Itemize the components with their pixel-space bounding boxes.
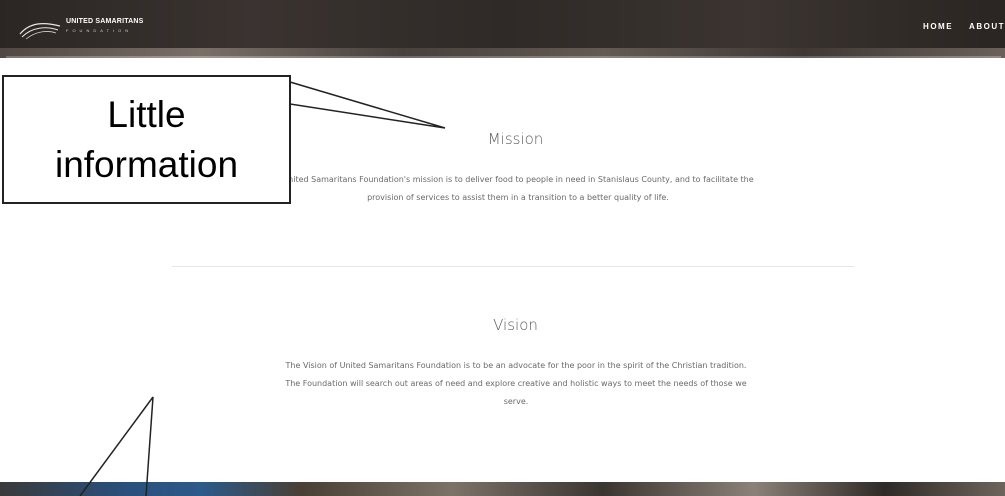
annotation-callout: Little information <box>2 75 291 204</box>
site-header: UNITED SAMARITANS FOUNDATION HOME ABOUT <box>0 0 1005 58</box>
main-nav: HOME ABOUT <box>923 22 1005 31</box>
vision-text: The Vision of United Samaritans Foundati… <box>285 361 747 406</box>
mission-text: United Samaritans Foundation's mission i… <box>282 175 754 202</box>
nav-about-link[interactable]: ABOUT <box>969 22 1005 31</box>
section-divider <box>172 266 854 267</box>
logo-main-text: UNITED SAMARITANS <box>66 18 144 25</box>
header-photo-strip <box>0 48 1005 58</box>
annotation-callout-text: Little information <box>54 93 239 185</box>
logo-text: UNITED SAMARITANS FOUNDATION <box>66 16 144 34</box>
logo-sub-text: FOUNDATION <box>66 28 133 33</box>
site-logo[interactable]: UNITED SAMARITANS FOUNDATION <box>18 16 144 42</box>
footer-image-strip <box>0 482 1005 496</box>
vision-title: Vision <box>493 316 538 334</box>
nav-home-link[interactable]: HOME <box>923 22 953 31</box>
swoosh-logo-icon <box>19 23 61 40</box>
